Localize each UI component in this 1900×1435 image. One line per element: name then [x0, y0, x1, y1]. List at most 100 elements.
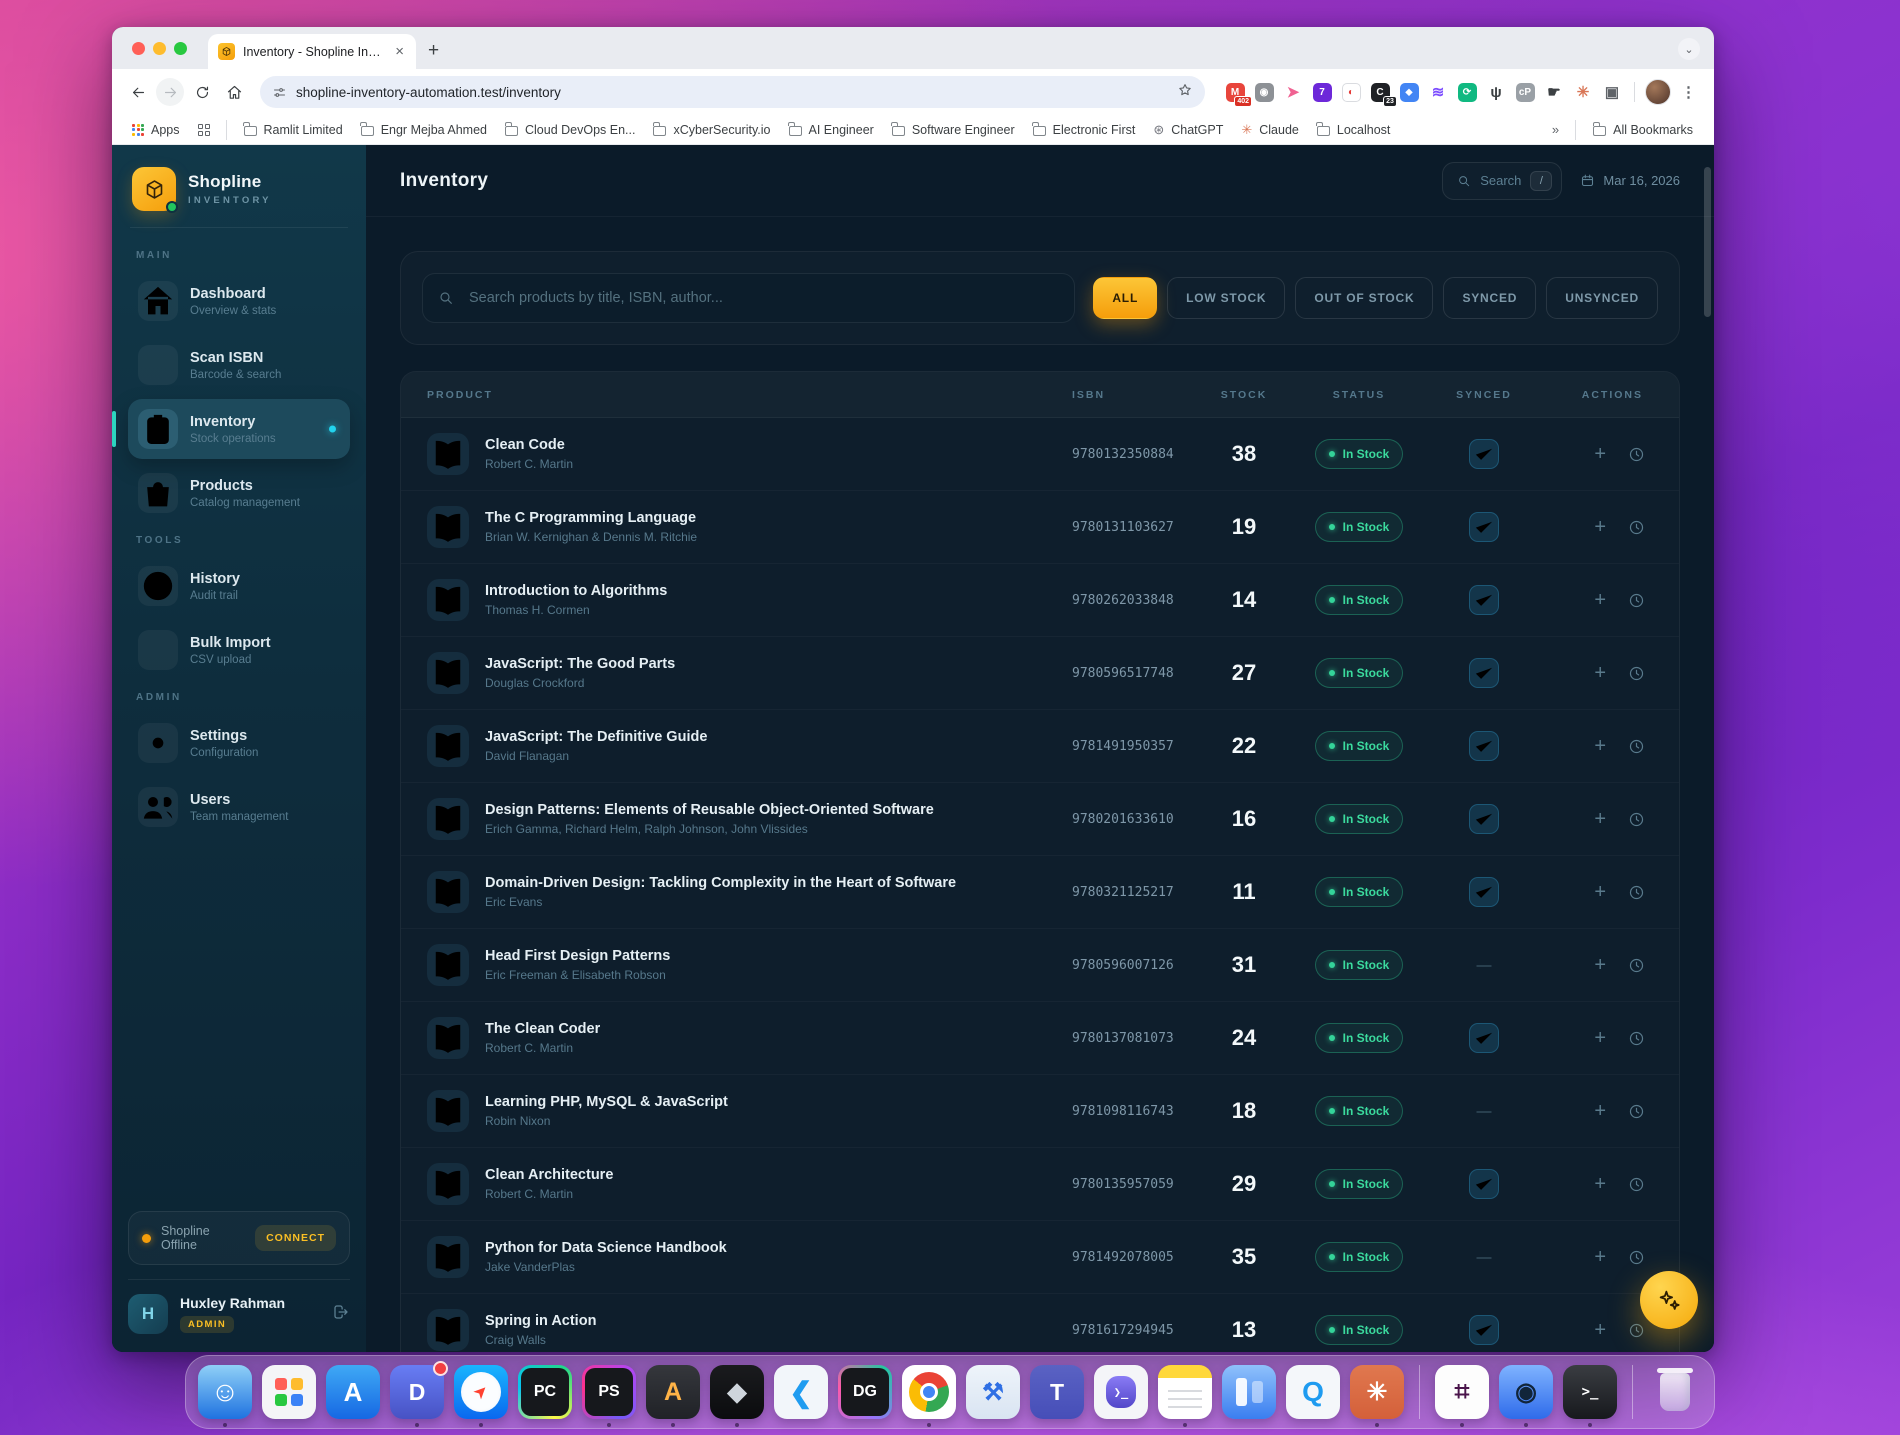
scrollbar-thumb[interactable] — [1704, 167, 1711, 317]
history-icon[interactable] — [1628, 1249, 1645, 1266]
add-stock-icon[interactable]: + — [1594, 1320, 1606, 1340]
synced-check-icon[interactable] — [1469, 804, 1499, 834]
dock-prism[interactable]: ◆ — [710, 1365, 764, 1427]
table-row[interactable]: Clean Architecture Robert C. Martin 978013… — [401, 1148, 1679, 1221]
extension-blue-tag[interactable]: ⬥ — [1397, 80, 1421, 104]
table-row[interactable]: JavaScript: The Definitive Guide David Fl… — [401, 710, 1679, 783]
dock-chrome[interactable] — [902, 1365, 956, 1427]
filter-chip-low-stock[interactable]: LOW STOCK — [1167, 277, 1286, 319]
minimize-window-button[interactable] — [153, 42, 166, 55]
close-window-button[interactable] — [132, 42, 145, 55]
add-stock-icon[interactable]: + — [1594, 882, 1606, 902]
dock-discord[interactable]: D — [390, 1361, 448, 1427]
history-icon[interactable] — [1628, 738, 1645, 755]
history-icon[interactable] — [1628, 884, 1645, 901]
extension-shield[interactable]: 7 — [1310, 80, 1334, 104]
bookmark-item-ai-engineer[interactable]: AI Engineer — [780, 118, 883, 142]
dock-terminal[interactable]: >_ — [1563, 1365, 1617, 1427]
synced-check-icon[interactable] — [1469, 1169, 1499, 1199]
add-stock-icon[interactable]: + — [1594, 955, 1606, 975]
dock-xcode[interactable]: ⚒ — [966, 1365, 1020, 1419]
table-row[interactable]: The C Programming Language Brian W. Kerni… — [401, 491, 1679, 564]
table-row[interactable]: JavaScript: The Good Parts Douglas Crockf… — [401, 637, 1679, 710]
history-icon[interactable] — [1628, 446, 1645, 463]
add-stock-icon[interactable]: + — [1594, 1028, 1606, 1048]
table-row[interactable]: Python for Data Science Handbook Jake Van… — [401, 1221, 1679, 1294]
dock-quicktime[interactable]: Q — [1286, 1365, 1340, 1419]
dock-safari[interactable]: ➤ — [454, 1365, 508, 1427]
history-icon[interactable] — [1628, 519, 1645, 536]
history-icon[interactable] — [1628, 1030, 1645, 1047]
bookmark-apps[interactable]: Apps — [124, 123, 188, 137]
add-stock-icon[interactable]: + — [1594, 736, 1606, 756]
bookmark-item-localhost[interactable]: Localhost — [1308, 118, 1400, 142]
history-icon[interactable] — [1628, 811, 1645, 828]
synced-check-icon[interactable] — [1469, 658, 1499, 688]
add-stock-icon[interactable]: + — [1594, 590, 1606, 610]
table-row[interactable]: The Clean Coder Robert C. Martin 978013708… — [401, 1002, 1679, 1075]
add-stock-icon[interactable]: + — [1594, 1247, 1606, 1267]
history-icon[interactable] — [1628, 1322, 1645, 1339]
tab-search-chevron-icon[interactable]: ⌄ — [1678, 38, 1700, 60]
dock-trash[interactable] — [1648, 1365, 1702, 1419]
dock-teams[interactable]: T — [1030, 1365, 1084, 1419]
dock-iterm[interactable]: ❯_ — [1094, 1365, 1148, 1419]
browser-tab[interactable]: Inventory - Shopline Inventory × — [208, 34, 416, 69]
synced-check-icon[interactable] — [1469, 585, 1499, 615]
bookmark-star-icon[interactable] — [1177, 82, 1193, 103]
quick-search[interactable]: Search / — [1442, 161, 1563, 200]
dock-claude[interactable]: ✳ — [1350, 1365, 1404, 1427]
dock-camo[interactable]: ◉ — [1499, 1365, 1553, 1427]
extension-hand-stop[interactable]: ◐ — [1339, 80, 1363, 104]
dock-phpstorm[interactable]: PS — [582, 1365, 636, 1427]
bookmark-item-chatgpt[interactable]: ⊛ ChatGPT — [1144, 118, 1232, 142]
dock-finder[interactable]: ☺ — [198, 1365, 252, 1427]
table-row[interactable]: Head First Design Patterns Eric Freeman &… — [401, 929, 1679, 1002]
dock-appstore[interactable]: A — [326, 1365, 380, 1419]
product-search-input[interactable] — [422, 273, 1076, 323]
ai-assistant-fab[interactable] — [1640, 1271, 1698, 1329]
history-icon[interactable] — [1628, 592, 1645, 609]
dock-pycharm[interactable]: PC — [518, 1365, 572, 1419]
bookmark-item-cloud-devops-en[interactable]: Cloud DevOps En... — [496, 118, 644, 142]
filter-chip-synced[interactable]: SYNCED — [1443, 277, 1537, 319]
sidebar-item-settings[interactable]: Settings Configuration — [128, 713, 350, 773]
bookmark-item-software-engineer[interactable]: Software Engineer — [883, 118, 1024, 142]
extension-green-sync[interactable]: ⟳ — [1455, 80, 1479, 104]
dock-launchpad[interactable] — [262, 1365, 316, 1419]
history-icon[interactable] — [1628, 1176, 1645, 1193]
bookmark-item-claude[interactable]: ✳ Claude — [1232, 118, 1308, 142]
address-bar[interactable]: shopline-inventory-automation.test/inven… — [260, 76, 1205, 108]
table-row[interactable]: Learning PHP, MySQL & JavaScript Robin Ni… — [401, 1075, 1679, 1148]
add-stock-icon[interactable]: + — [1594, 517, 1606, 537]
maximize-window-button[interactable] — [174, 42, 187, 55]
bookmark-item-ramlit-limited[interactable]: Ramlit Limited — [235, 118, 352, 142]
synced-check-icon[interactable] — [1469, 512, 1499, 542]
back-button[interactable] — [124, 78, 152, 106]
add-stock-icon[interactable]: + — [1594, 809, 1606, 829]
table-row[interactable]: Introduction to Algorithms Thomas H. Corm… — [401, 564, 1679, 637]
dock-vscode[interactable]: ❮ — [774, 1365, 828, 1419]
bookmark-item-xcybersecurity-io[interactable]: xCyberSecurity.io — [644, 118, 779, 142]
forward-button[interactable] — [156, 78, 184, 106]
history-icon[interactable] — [1628, 1103, 1645, 1120]
connect-button[interactable]: CONNECT — [255, 1225, 336, 1251]
filter-chip-all[interactable]: ALL — [1093, 277, 1158, 319]
all-bookmarks[interactable]: All Bookmarks — [1584, 118, 1702, 142]
synced-check-icon[interactable] — [1469, 439, 1499, 469]
synced-check-icon[interactable] — [1469, 877, 1499, 907]
site-settings-icon[interactable] — [272, 85, 287, 100]
sidebar-item-dashboard[interactable]: Dashboard Overview & stats — [128, 271, 350, 331]
synced-check-icon[interactable] — [1469, 1023, 1499, 1053]
add-stock-icon[interactable]: + — [1594, 663, 1606, 683]
sidebar-item-inventory[interactable]: Inventory Stock operations — [112, 399, 350, 459]
extension-cp-circle[interactable]: cP — [1513, 80, 1537, 104]
table-row[interactable]: Design Patterns: Elements of Reusable Ob… — [401, 783, 1679, 856]
extension-mail[interactable]: M 402 — [1223, 80, 1252, 107]
add-stock-icon[interactable]: + — [1594, 1174, 1606, 1194]
extension-forks[interactable]: ψ — [1484, 80, 1508, 104]
dock-a-gradient[interactable]: A — [646, 1365, 700, 1427]
reload-button[interactable] — [188, 78, 216, 106]
sidebar-item-products[interactable]: Products Catalog management — [128, 463, 350, 523]
sidebar-item-users[interactable]: Users Team management — [128, 777, 350, 837]
